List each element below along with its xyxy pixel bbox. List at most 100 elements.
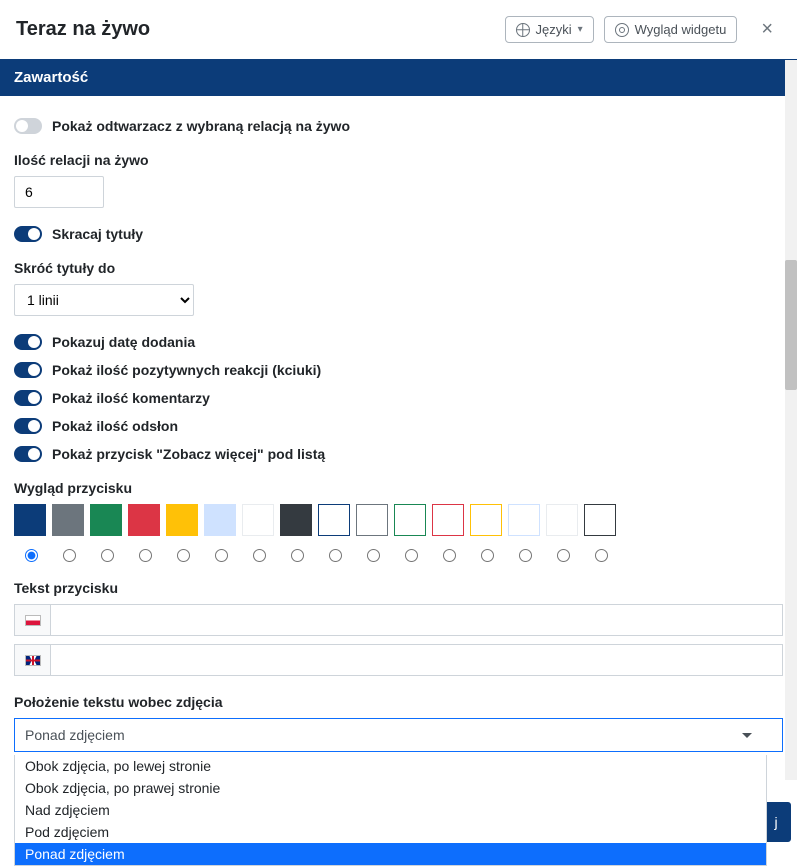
toggle-row-date: Pokazuj datę dodania	[14, 334, 783, 350]
modal-header: Teraz na żywo Języki ▾ Wygląd widgetu ×	[0, 0, 797, 59]
color-radio[interactable]	[101, 549, 114, 562]
color-radio-cell	[432, 546, 464, 562]
color-radio-cell	[90, 546, 122, 562]
color-swatch[interactable]	[14, 504, 46, 536]
color-swatch[interactable]	[52, 504, 84, 536]
text-position-option[interactable]: Obok zdjęcia, po lewej stronie	[15, 755, 766, 777]
color-radio-cell	[394, 546, 426, 562]
show-player-toggle[interactable]	[14, 118, 42, 134]
show-more-toggle[interactable]	[14, 446, 42, 462]
color-radio[interactable]	[519, 549, 532, 562]
text-position-label: Położenie tekstu wobec zdjęcia	[14, 694, 783, 710]
text-position-select[interactable]: Ponad zdjęciem	[14, 718, 783, 752]
color-radio[interactable]	[443, 549, 456, 562]
text-position-option[interactable]: Ponad zdjęciem	[15, 843, 766, 865]
count-input[interactable]	[14, 176, 104, 208]
text-position-option[interactable]: Obok zdjęcia, po prawej stronie	[15, 777, 766, 799]
modal-title: Teraz na żywo	[16, 18, 150, 41]
color-swatch[interactable]	[318, 504, 350, 536]
languages-button-label: Języki	[536, 22, 572, 37]
color-swatch-row	[14, 504, 783, 536]
color-radio[interactable]	[481, 549, 494, 562]
color-radio[interactable]	[139, 549, 152, 562]
color-swatch[interactable]	[128, 504, 160, 536]
text-position-option[interactable]: Pod zdjęciem	[15, 821, 766, 843]
color-swatch[interactable]	[394, 504, 426, 536]
appearance-button-label: Wygląd widgetu	[635, 22, 727, 37]
color-swatch[interactable]	[204, 504, 236, 536]
color-radio[interactable]	[25, 549, 38, 562]
color-radio[interactable]	[291, 549, 304, 562]
button-text-en-input[interactable]	[50, 644, 783, 676]
footer-btn-text: j	[774, 814, 777, 830]
color-swatch[interactable]	[242, 504, 274, 536]
text-position-option[interactable]: Nad zdjęciem	[15, 799, 766, 821]
shorten-to-select[interactable]: 1 linii	[14, 284, 194, 316]
color-radio[interactable]	[557, 549, 570, 562]
appearance-button[interactable]: Wygląd widgetu	[604, 16, 738, 43]
color-radio-cell	[14, 546, 46, 562]
button-text-pl-group	[14, 604, 783, 636]
show-views-toggle[interactable]	[14, 418, 42, 434]
color-swatch[interactable]	[508, 504, 540, 536]
shorten-titles-label: Skracaj tytuły	[52, 226, 143, 242]
chevron-down-icon	[742, 733, 752, 738]
color-radio-cell	[584, 546, 616, 562]
count-label: Ilość relacji na żywo	[14, 152, 783, 168]
show-reactions-toggle[interactable]	[14, 362, 42, 378]
color-radio[interactable]	[177, 549, 190, 562]
color-radio-cell	[128, 546, 160, 562]
toggle-row-comments: Pokaż ilość komentarzy	[14, 390, 783, 406]
color-radio-cell	[52, 546, 84, 562]
color-radio[interactable]	[329, 549, 342, 562]
show-more-label: Pokaż przycisk "Zobacz więcej" pod listą	[52, 446, 325, 462]
shorten-to-label: Skróć tytuły do	[14, 260, 783, 276]
chevron-down-icon: ▾	[578, 24, 583, 35]
toggle-row-views: Pokaż ilość odsłon	[14, 418, 783, 434]
color-radio-cell	[546, 546, 578, 562]
globe-icon	[516, 23, 530, 37]
header-actions: Języki ▾ Wygląd widgetu ×	[505, 16, 778, 43]
color-swatch[interactable]	[166, 504, 198, 536]
color-radio-cell	[470, 546, 502, 562]
color-radio-cell	[318, 546, 350, 562]
close-icon[interactable]: ×	[757, 18, 777, 41]
toggle-row-reactions: Pokaż ilość pozytywnych reakcji (kciuki)	[14, 362, 783, 378]
button-text-pl-input[interactable]	[50, 604, 783, 636]
color-swatch[interactable]	[470, 504, 502, 536]
toggle-row-show-player: Pokaż odtwarzacz z wybraną relacją na ży…	[14, 118, 783, 134]
color-radio-cell	[242, 546, 274, 562]
color-radio[interactable]	[405, 549, 418, 562]
scrollbar-track[interactable]	[785, 60, 797, 780]
color-radio[interactable]	[63, 549, 76, 562]
color-swatch[interactable]	[280, 504, 312, 536]
section-header: Zawartość	[0, 59, 797, 96]
show-date-label: Pokazuj datę dodania	[52, 334, 195, 350]
flag-en-icon	[25, 655, 41, 666]
show-date-toggle[interactable]	[14, 334, 42, 350]
shorten-titles-toggle[interactable]	[14, 226, 42, 242]
flag-pl-addon	[14, 604, 50, 636]
scrollbar-thumb[interactable]	[785, 260, 797, 390]
show-comments-label: Pokaż ilość komentarzy	[52, 390, 210, 406]
languages-button[interactable]: Języki ▾	[505, 16, 594, 43]
color-swatch[interactable]	[90, 504, 122, 536]
toggle-row-more-btn: Pokaż przycisk "Zobacz więcej" pod listą	[14, 446, 783, 462]
color-swatch[interactable]	[356, 504, 388, 536]
color-swatch[interactable]	[432, 504, 464, 536]
color-radio[interactable]	[253, 549, 266, 562]
color-radio[interactable]	[367, 549, 380, 562]
color-radio-cell	[204, 546, 236, 562]
button-text-en-group	[14, 644, 783, 676]
toggle-row-shorten: Skracaj tytuły	[14, 226, 783, 242]
button-appearance-label: Wygląd przycisku	[14, 480, 783, 496]
color-swatch[interactable]	[584, 504, 616, 536]
button-text-label: Tekst przycisku	[14, 580, 783, 596]
color-radio[interactable]	[215, 549, 228, 562]
show-comments-toggle[interactable]	[14, 390, 42, 406]
header-button-group: Języki ▾ Wygląd widgetu	[505, 16, 738, 43]
color-swatch[interactable]	[546, 504, 578, 536]
color-radio-row	[14, 546, 783, 562]
color-radio[interactable]	[595, 549, 608, 562]
target-icon	[615, 23, 629, 37]
